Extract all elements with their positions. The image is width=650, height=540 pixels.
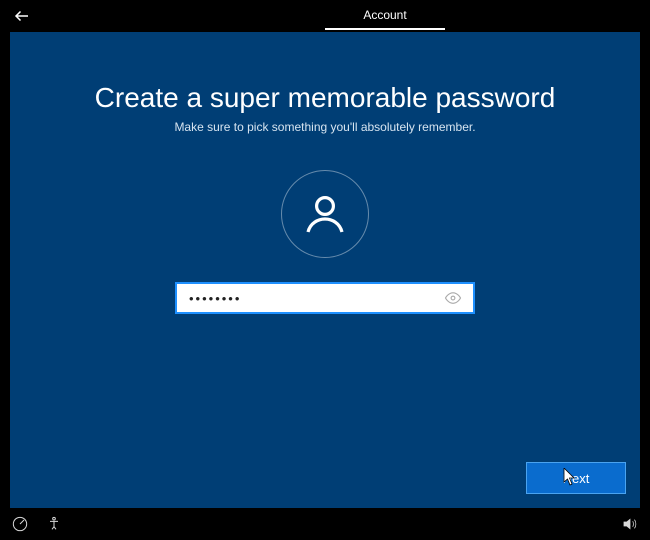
next-button-label: Next (563, 471, 590, 486)
page-subtitle: Make sure to pick something you'll absol… (174, 120, 475, 134)
bottom-bar (0, 508, 650, 540)
volume-button[interactable] (618, 512, 642, 536)
password-input[interactable] (189, 291, 441, 306)
page-title: Create a super memorable password (95, 82, 556, 114)
next-button[interactable]: Next (526, 462, 626, 494)
accessibility-icon (46, 516, 62, 532)
back-button[interactable] (0, 0, 44, 32)
main-panel: Create a super memorable password Make s… (10, 32, 640, 508)
tab-account[interactable]: Account (325, 2, 445, 30)
ease-of-access-button[interactable] (8, 512, 32, 536)
ease-of-access-icon (12, 516, 28, 532)
title-bar: Account (0, 0, 650, 32)
avatar (281, 170, 369, 258)
volume-icon (622, 516, 638, 532)
accessibility-button[interactable] (42, 512, 66, 536)
password-field-container (175, 282, 475, 314)
step-tabs: Account (265, 2, 385, 30)
back-arrow-icon (13, 7, 31, 25)
eye-icon (444, 289, 462, 307)
reveal-password-button[interactable] (441, 286, 465, 310)
user-icon (301, 190, 349, 238)
